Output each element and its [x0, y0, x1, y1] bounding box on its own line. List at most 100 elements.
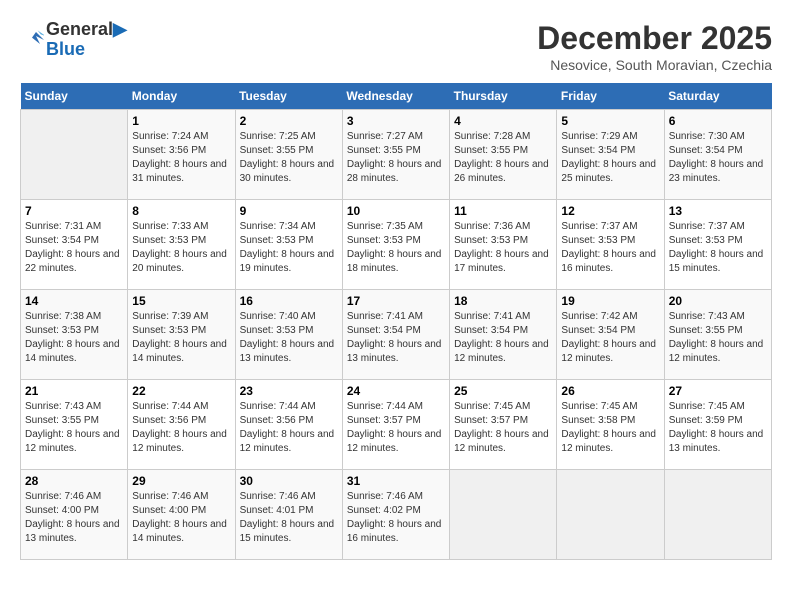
calendar-cell: 27 Sunrise: 7:45 AM Sunset: 3:59 PM Dayl… — [664, 380, 771, 470]
calendar-week-row: 14 Sunrise: 7:38 AM Sunset: 3:53 PM Dayl… — [21, 290, 772, 380]
day-info: Sunrise: 7:24 AM Sunset: 3:56 PM Dayligh… — [132, 130, 230, 186]
calendar-cell: 28 Sunrise: 7:46 AM Sunset: 4:00 PM Dayl… — [21, 470, 128, 560]
logo-icon — [20, 28, 44, 52]
day-number: 30 — [240, 474, 338, 488]
day-info: Sunrise: 7:43 AM Sunset: 3:55 PM Dayligh… — [669, 310, 767, 366]
day-info: Sunrise: 7:45 AM Sunset: 3:58 PM Dayligh… — [561, 400, 659, 456]
day-info: Sunrise: 7:41 AM Sunset: 3:54 PM Dayligh… — [347, 310, 445, 366]
page-header: General▶ Blue December 2025 Nesovice, So… — [20, 20, 772, 73]
day-number: 27 — [669, 384, 767, 398]
calendar-cell: 16 Sunrise: 7:40 AM Sunset: 3:53 PM Dayl… — [235, 290, 342, 380]
calendar-cell: 21 Sunrise: 7:43 AM Sunset: 3:55 PM Dayl… — [21, 380, 128, 470]
day-info: Sunrise: 7:25 AM Sunset: 3:55 PM Dayligh… — [240, 130, 338, 186]
day-number: 6 — [669, 114, 767, 128]
day-info: Sunrise: 7:46 AM Sunset: 4:00 PM Dayligh… — [25, 490, 123, 546]
day-number: 25 — [454, 384, 552, 398]
day-number: 23 — [240, 384, 338, 398]
day-number: 16 — [240, 294, 338, 308]
day-info: Sunrise: 7:44 AM Sunset: 3:56 PM Dayligh… — [132, 400, 230, 456]
day-number: 29 — [132, 474, 230, 488]
calendar-cell: 9 Sunrise: 7:34 AM Sunset: 3:53 PM Dayli… — [235, 200, 342, 290]
day-number: 12 — [561, 204, 659, 218]
day-number: 26 — [561, 384, 659, 398]
day-number: 14 — [25, 294, 123, 308]
weekday-header-row: SundayMondayTuesdayWednesdayThursdayFrid… — [21, 83, 772, 110]
weekday-header-friday: Friday — [557, 83, 664, 110]
calendar-cell — [664, 470, 771, 560]
calendar-cell: 14 Sunrise: 7:38 AM Sunset: 3:53 PM Dayl… — [21, 290, 128, 380]
day-info: Sunrise: 7:37 AM Sunset: 3:53 PM Dayligh… — [561, 220, 659, 276]
day-info: Sunrise: 7:29 AM Sunset: 3:54 PM Dayligh… — [561, 130, 659, 186]
calendar-cell: 6 Sunrise: 7:30 AM Sunset: 3:54 PM Dayli… — [664, 110, 771, 200]
calendar-cell: 4 Sunrise: 7:28 AM Sunset: 3:55 PM Dayli… — [450, 110, 557, 200]
day-number: 24 — [347, 384, 445, 398]
day-info: Sunrise: 7:45 AM Sunset: 3:57 PM Dayligh… — [454, 400, 552, 456]
calendar-cell: 8 Sunrise: 7:33 AM Sunset: 3:53 PM Dayli… — [128, 200, 235, 290]
calendar-cell — [21, 110, 128, 200]
day-number: 31 — [347, 474, 445, 488]
calendar-cell: 30 Sunrise: 7:46 AM Sunset: 4:01 PM Dayl… — [235, 470, 342, 560]
day-number: 21 — [25, 384, 123, 398]
calendar-cell: 19 Sunrise: 7:42 AM Sunset: 3:54 PM Dayl… — [557, 290, 664, 380]
calendar-week-row: 7 Sunrise: 7:31 AM Sunset: 3:54 PM Dayli… — [21, 200, 772, 290]
calendar-cell: 20 Sunrise: 7:43 AM Sunset: 3:55 PM Dayl… — [664, 290, 771, 380]
calendar-cell: 11 Sunrise: 7:36 AM Sunset: 3:53 PM Dayl… — [450, 200, 557, 290]
calendar-cell: 13 Sunrise: 7:37 AM Sunset: 3:53 PM Dayl… — [664, 200, 771, 290]
calendar-cell: 23 Sunrise: 7:44 AM Sunset: 3:56 PM Dayl… — [235, 380, 342, 470]
title-block: December 2025 Nesovice, South Moravian, … — [537, 20, 772, 73]
day-info: Sunrise: 7:39 AM Sunset: 3:53 PM Dayligh… — [132, 310, 230, 366]
calendar-week-row: 21 Sunrise: 7:43 AM Sunset: 3:55 PM Dayl… — [21, 380, 772, 470]
weekday-header-monday: Monday — [128, 83, 235, 110]
month-title: December 2025 — [537, 20, 772, 57]
logo-text: General▶ Blue — [46, 20, 127, 60]
calendar-cell: 26 Sunrise: 7:45 AM Sunset: 3:58 PM Dayl… — [557, 380, 664, 470]
day-info: Sunrise: 7:40 AM Sunset: 3:53 PM Dayligh… — [240, 310, 338, 366]
day-info: Sunrise: 7:30 AM Sunset: 3:54 PM Dayligh… — [669, 130, 767, 186]
calendar-cell: 22 Sunrise: 7:44 AM Sunset: 3:56 PM Dayl… — [128, 380, 235, 470]
day-number: 9 — [240, 204, 338, 218]
calendar-cell: 29 Sunrise: 7:46 AM Sunset: 4:00 PM Dayl… — [128, 470, 235, 560]
day-number: 2 — [240, 114, 338, 128]
day-info: Sunrise: 7:31 AM Sunset: 3:54 PM Dayligh… — [25, 220, 123, 276]
calendar-cell: 15 Sunrise: 7:39 AM Sunset: 3:53 PM Dayl… — [128, 290, 235, 380]
calendar-cell — [557, 470, 664, 560]
day-info: Sunrise: 7:28 AM Sunset: 3:55 PM Dayligh… — [454, 130, 552, 186]
logo: General▶ Blue — [20, 20, 127, 60]
weekday-header-thursday: Thursday — [450, 83, 557, 110]
day-info: Sunrise: 7:46 AM Sunset: 4:02 PM Dayligh… — [347, 490, 445, 546]
calendar-cell: 31 Sunrise: 7:46 AM Sunset: 4:02 PM Dayl… — [342, 470, 449, 560]
day-info: Sunrise: 7:37 AM Sunset: 3:53 PM Dayligh… — [669, 220, 767, 276]
day-number: 22 — [132, 384, 230, 398]
day-info: Sunrise: 7:41 AM Sunset: 3:54 PM Dayligh… — [454, 310, 552, 366]
calendar-cell: 12 Sunrise: 7:37 AM Sunset: 3:53 PM Dayl… — [557, 200, 664, 290]
day-info: Sunrise: 7:27 AM Sunset: 3:55 PM Dayligh… — [347, 130, 445, 186]
calendar-table: SundayMondayTuesdayWednesdayThursdayFrid… — [20, 83, 772, 560]
calendar-cell: 18 Sunrise: 7:41 AM Sunset: 3:54 PM Dayl… — [450, 290, 557, 380]
day-info: Sunrise: 7:33 AM Sunset: 3:53 PM Dayligh… — [132, 220, 230, 276]
day-number: 20 — [669, 294, 767, 308]
day-number: 17 — [347, 294, 445, 308]
day-number: 19 — [561, 294, 659, 308]
day-info: Sunrise: 7:44 AM Sunset: 3:56 PM Dayligh… — [240, 400, 338, 456]
day-number: 4 — [454, 114, 552, 128]
day-number: 10 — [347, 204, 445, 218]
day-info: Sunrise: 7:46 AM Sunset: 4:01 PM Dayligh… — [240, 490, 338, 546]
day-info: Sunrise: 7:45 AM Sunset: 3:59 PM Dayligh… — [669, 400, 767, 456]
day-info: Sunrise: 7:36 AM Sunset: 3:53 PM Dayligh… — [454, 220, 552, 276]
calendar-week-row: 28 Sunrise: 7:46 AM Sunset: 4:00 PM Dayl… — [21, 470, 772, 560]
day-number: 3 — [347, 114, 445, 128]
day-number: 13 — [669, 204, 767, 218]
day-number: 11 — [454, 204, 552, 218]
day-number: 15 — [132, 294, 230, 308]
day-info: Sunrise: 7:38 AM Sunset: 3:53 PM Dayligh… — [25, 310, 123, 366]
calendar-week-row: 1 Sunrise: 7:24 AM Sunset: 3:56 PM Dayli… — [21, 110, 772, 200]
calendar-cell: 2 Sunrise: 7:25 AM Sunset: 3:55 PM Dayli… — [235, 110, 342, 200]
day-info: Sunrise: 7:43 AM Sunset: 3:55 PM Dayligh… — [25, 400, 123, 456]
day-number: 1 — [132, 114, 230, 128]
day-number: 28 — [25, 474, 123, 488]
calendar-cell: 10 Sunrise: 7:35 AM Sunset: 3:53 PM Dayl… — [342, 200, 449, 290]
calendar-cell: 25 Sunrise: 7:45 AM Sunset: 3:57 PM Dayl… — [450, 380, 557, 470]
day-number: 7 — [25, 204, 123, 218]
calendar-cell: 1 Sunrise: 7:24 AM Sunset: 3:56 PM Dayli… — [128, 110, 235, 200]
day-info: Sunrise: 7:44 AM Sunset: 3:57 PM Dayligh… — [347, 400, 445, 456]
